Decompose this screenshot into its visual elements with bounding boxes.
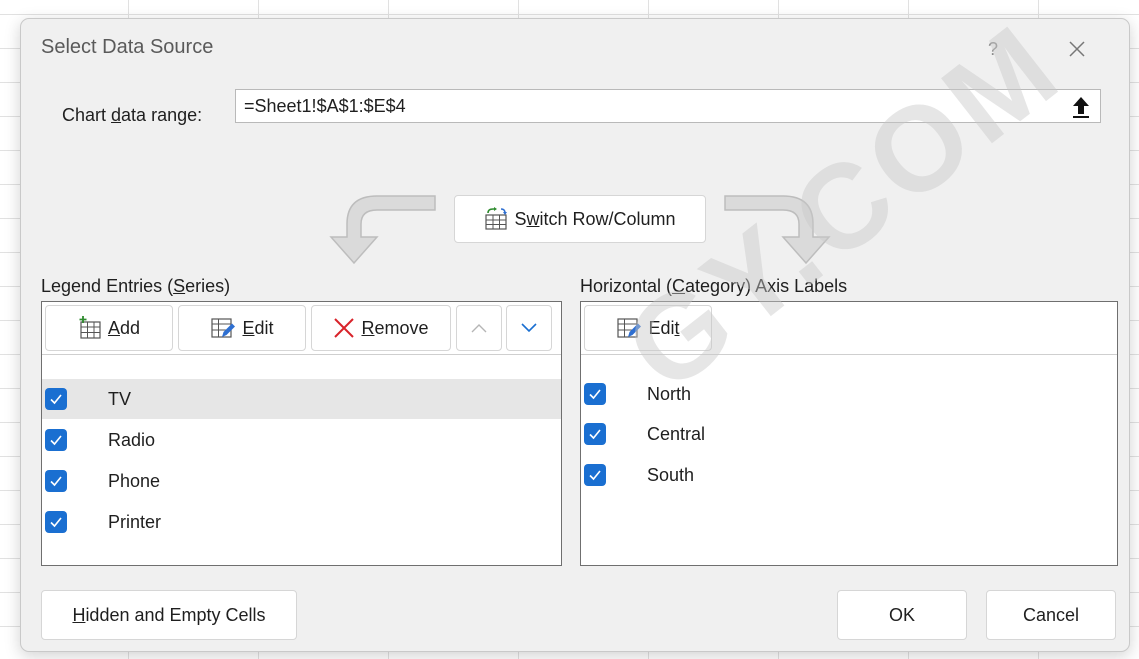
checkbox-radio[interactable] xyxy=(45,429,67,451)
axis-labels-label: Horizontal (Category) Axis Labels xyxy=(580,276,847,297)
edit-label-rest: dit xyxy=(254,317,274,338)
legend-item-printer[interactable]: Printer xyxy=(42,502,561,542)
cancel-button[interactable]: Cancel xyxy=(986,590,1116,640)
axis-edit-label-key: t xyxy=(674,317,680,338)
chevron-down-icon xyxy=(521,323,537,333)
hidden-label-key: H xyxy=(72,604,86,625)
axis-item-label: Central xyxy=(647,423,706,444)
remove-label: Remove xyxy=(361,318,428,339)
legend-item-label: Printer xyxy=(108,511,162,532)
legend-label-key: S xyxy=(173,276,186,296)
range-label-post: ata range: xyxy=(121,105,203,125)
switch-label: Switch Row/Column xyxy=(514,209,675,230)
add-label-key: A xyxy=(107,317,120,338)
legend-item-phone[interactable]: Phone xyxy=(42,461,561,501)
checkmark-icon xyxy=(589,470,601,481)
curved-arrow-right-icon xyxy=(724,195,831,265)
axis-item-north[interactable]: North xyxy=(581,374,1117,414)
switch-row-column-button[interactable]: Switch Row/Column xyxy=(454,195,706,243)
move-up-button[interactable] xyxy=(456,305,502,351)
remove-x-icon xyxy=(334,318,355,338)
checkmark-icon xyxy=(589,429,601,440)
help-button[interactable]: ? xyxy=(973,29,1013,69)
hidden-label-rest: idden and Empty Cells xyxy=(85,604,266,625)
edit-label: Edit xyxy=(242,318,273,339)
remove-label-rest: emove xyxy=(374,317,429,338)
checkbox-north[interactable] xyxy=(584,383,606,405)
checkbox-tv[interactable] xyxy=(45,388,67,410)
switch-label-pre: S xyxy=(514,208,527,229)
legend-item-label: TV xyxy=(108,388,132,409)
axis-item-label: South xyxy=(647,464,695,485)
switch-label-key: w xyxy=(526,208,540,229)
dialog-title: Select Data Source xyxy=(41,36,214,58)
checkbox-phone[interactable] xyxy=(45,470,67,492)
hidden-empty-cells-button[interactable]: Hidden and Empty Cells xyxy=(41,590,297,640)
range-label-key: d xyxy=(111,105,122,125)
checkmark-icon xyxy=(589,389,601,400)
add-table-icon xyxy=(79,316,101,339)
legend-item-label: Phone xyxy=(108,470,161,491)
checkmark-icon xyxy=(50,476,62,487)
legend-item-tv[interactable]: TV xyxy=(42,379,561,419)
axis-labels-panel: Edit North Central South xyxy=(580,301,1118,566)
axis-item-label: North xyxy=(647,383,692,404)
axis-toolbar: Edit xyxy=(581,302,1117,354)
axis-toolbar-divider xyxy=(581,354,1117,355)
range-label-pre: Chart xyxy=(62,105,112,125)
edit-table-icon xyxy=(617,318,642,338)
checkbox-south[interactable] xyxy=(584,464,606,486)
legend-entries-label: Legend Entries (Series) xyxy=(41,276,230,297)
axis-edit-label: Edit xyxy=(648,318,679,339)
axis-edit-label-pre: Edi xyxy=(648,317,675,338)
legend-item-radio[interactable]: Radio xyxy=(42,420,561,460)
legend-toolbar-divider xyxy=(42,354,561,355)
checkmark-icon xyxy=(50,517,62,528)
close-icon xyxy=(1069,41,1085,57)
legend-item-label: Radio xyxy=(108,429,156,450)
edit-label-key: E xyxy=(242,317,255,338)
axis-item-south[interactable]: South xyxy=(581,455,1117,495)
select-data-source-dialog: Select Data Source ? Chart data range: S… xyxy=(20,18,1130,652)
chart-data-range-input[interactable] xyxy=(235,89,1101,123)
chevron-up-icon xyxy=(471,324,487,333)
arrow-up-icon xyxy=(1073,97,1089,118)
edit-axis-labels-button[interactable]: Edit xyxy=(584,305,712,351)
edit-series-button[interactable]: Edit xyxy=(178,305,306,351)
ok-button[interactable]: OK xyxy=(837,590,967,640)
curved-arrow-left-icon xyxy=(329,195,436,265)
checkbox-central[interactable] xyxy=(584,423,606,445)
axis-label-key: C xyxy=(672,276,686,296)
remove-label-key: R xyxy=(361,317,375,338)
legend-toolbar: Add Edit Remove xyxy=(42,302,561,354)
add-label-rest: dd xyxy=(119,317,141,338)
checkmark-icon xyxy=(50,394,62,405)
collapse-dialog-button[interactable] xyxy=(1067,94,1095,120)
checkmark-icon xyxy=(50,435,62,446)
switch-row-column-icon xyxy=(485,207,508,230)
legend-label-post: eries) xyxy=(185,276,231,296)
remove-series-button[interactable]: Remove xyxy=(311,305,451,351)
switch-label-post: itch Row/Column xyxy=(539,208,676,229)
add-series-button[interactable]: Add xyxy=(45,305,173,351)
checkbox-printer[interactable] xyxy=(45,511,67,533)
chart-data-range-label: Chart data range: xyxy=(62,105,202,126)
axis-label-pre: Horizontal ( xyxy=(580,276,673,296)
edit-table-icon xyxy=(211,318,236,338)
axis-item-central[interactable]: Central xyxy=(581,414,1117,454)
move-down-button[interactable] xyxy=(506,305,552,351)
legend-label-pre: Legend Entries ( xyxy=(41,276,174,296)
close-button[interactable] xyxy=(1057,29,1097,69)
axis-label-post: ategory) Axis Labels xyxy=(685,276,848,296)
add-label: Add xyxy=(108,318,140,339)
legend-entries-panel: Add Edit Remove TV Radio Phone Printer xyxy=(41,301,562,566)
